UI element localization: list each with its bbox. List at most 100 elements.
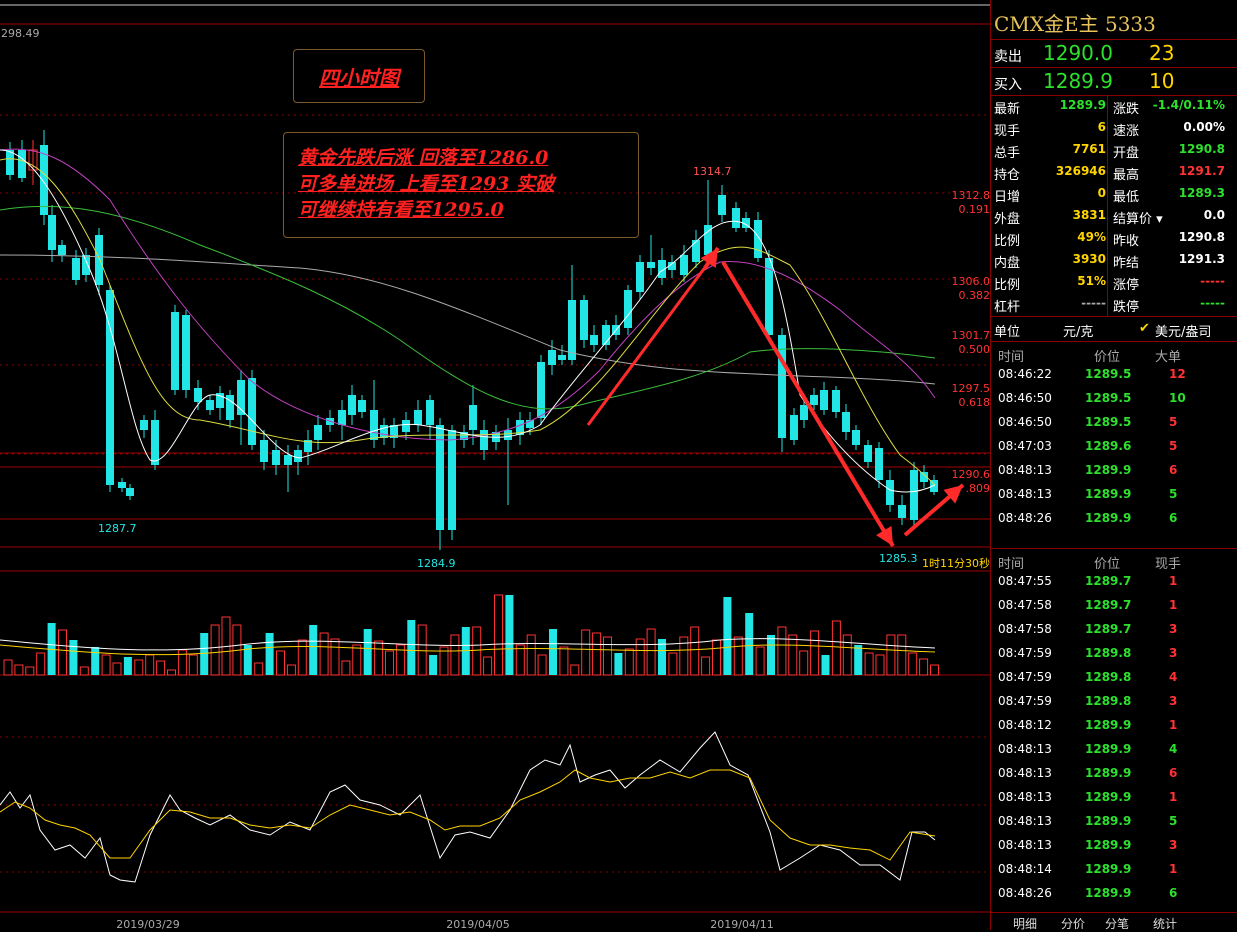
cell-volume: 1 [1169, 598, 1178, 612]
volume-bar [821, 655, 830, 675]
stat-value: 326946 [1055, 164, 1106, 178]
table-row[interactable]: 08:47:59 1289.8 3 [991, 642, 1237, 666]
volume-bar [842, 634, 852, 676]
candle-body [875, 448, 883, 480]
cell-price: 1289.9 [1085, 511, 1132, 525]
chevron-down-icon[interactable]: ▾ [1152, 212, 1163, 227]
buy-volume: 10 [1149, 69, 1175, 93]
table-row[interactable]: 08:47:58 1289.7 3 [991, 618, 1237, 642]
cell-price: 1289.8 [1085, 694, 1132, 708]
cell-volume: 5 [1169, 415, 1178, 429]
table-row[interactable]: 08:48:13 1289.9 3 [991, 834, 1237, 858]
stat-label: 最高 [1113, 168, 1140, 183]
table-row[interactable]: 08:48:13 1289.9 5 [991, 810, 1237, 834]
trend-arrow [721, 260, 895, 548]
stat-right-2: 开盘 1290.8 [1110, 140, 1233, 162]
volume-bar [614, 653, 623, 675]
fib-ratio-label: 0.191 [959, 203, 991, 216]
volume-bar [755, 646, 765, 676]
stat-left-7: 内盘 3930 [991, 250, 1114, 272]
candle-body [852, 430, 860, 445]
table-row[interactable]: 08:48:26 1289.9 6 [991, 882, 1237, 906]
table-row[interactable]: 08:47:55 1289.7 1 [991, 570, 1237, 594]
cell-volume: 5 [1169, 487, 1178, 501]
stat-value: ----- [1081, 296, 1106, 310]
table-row[interactable]: 08:48:13 1289.9 4 [991, 738, 1237, 762]
table-row[interactable]: 08:46:50 1289.5 5 [991, 411, 1237, 435]
volume-bar [91, 647, 100, 675]
tab-price-distribution[interactable]: 分价 [1061, 915, 1085, 932]
cell-time: 08:48:13 [998, 814, 1052, 828]
stat-value: 1289.3 [1178, 186, 1225, 200]
table-row[interactable]: 08:48:13 1289.9 5 [991, 483, 1237, 507]
annotation-line: 可继续持有看至1295.0 [298, 199, 504, 221]
cell-volume: 12 [1169, 367, 1186, 381]
cell-volume: 5 [1169, 439, 1178, 453]
candle-body [314, 425, 322, 440]
table-row[interactable]: 08:48:13 1289.9 6 [991, 762, 1237, 786]
tab-ticks[interactable]: 分笔 [1105, 915, 1129, 932]
cell-volume: 3 [1169, 622, 1178, 636]
volume-bar [265, 633, 274, 675]
table-row[interactable]: 08:46:22 1289.5 12 [991, 363, 1237, 387]
volume-bar [101, 654, 111, 676]
stat-value: 51% [1077, 274, 1106, 288]
table-row[interactable]: 08:47:59 1289.8 4 [991, 666, 1237, 690]
cell-time: 08:48:12 [998, 718, 1052, 732]
panel-tabs: 明细 分价 分笔 统计 [991, 914, 1237, 932]
candle-body [126, 488, 134, 496]
annotation-analysis: 黄金先跌后涨 回落至1286.0 可多单进场 上看至1293 实破 可继续持有看… [283, 132, 639, 238]
cell-time: 08:46:22 [998, 367, 1052, 381]
volume-bar [407, 620, 416, 675]
cell-time: 08:47:55 [998, 574, 1052, 588]
stat-right-4: 最低 1289.3 [1110, 184, 1233, 206]
table-row[interactable]: 08:48:13 1289.9 1 [991, 786, 1237, 810]
fib-ratio-label: .809 [966, 482, 991, 495]
candle-body [810, 395, 818, 405]
indicator-line-yellow [0, 769, 936, 861]
volume-bar [123, 657, 132, 675]
sell-quote[interactable]: 卖出 1290.0 23 [991, 40, 1237, 68]
table-row[interactable]: 08:48:26 1289.9 6 [991, 507, 1237, 531]
buy-quote[interactable]: 买入 1289.9 10 [991, 68, 1237, 96]
table-row[interactable]: 08:47:58 1289.7 1 [991, 594, 1237, 618]
sell-label: 卖出 [994, 49, 1022, 65]
candle-body [448, 430, 456, 530]
volume-bar [156, 660, 166, 676]
cell-price: 1289.9 [1085, 862, 1132, 876]
check-icon: ✔ [1139, 321, 1150, 336]
candle-body [206, 400, 214, 410]
stat-left-1: 现手 6 [991, 118, 1114, 140]
tab-statistics[interactable]: 统计 [1153, 915, 1177, 932]
candle-body [370, 410, 378, 440]
cell-volume: 6 [1169, 766, 1178, 780]
stat-value: 0.0 [1203, 208, 1225, 222]
cell-time: 08:47:58 [998, 598, 1052, 612]
volume-bar [483, 656, 493, 676]
table-row[interactable]: 08:48:13 1289.9 6 [991, 459, 1237, 483]
volume-bar [831, 620, 841, 676]
cell-price: 1289.9 [1085, 838, 1132, 852]
stat-value: 49% [1077, 230, 1106, 244]
stat-label: 涨跌 [1113, 102, 1140, 117]
stat-label: 开盘 [1113, 146, 1140, 161]
volume-bar [854, 645, 863, 675]
table-row[interactable]: 08:47:59 1289.8 3 [991, 690, 1237, 714]
cell-time: 08:48:13 [998, 790, 1052, 804]
volume-bar [505, 595, 514, 675]
unit-cny-option[interactable]: 元/克 [1063, 321, 1093, 340]
table-row[interactable]: 08:48:14 1289.9 1 [991, 858, 1237, 882]
stat-left-2: 总手 7761 [991, 140, 1114, 162]
candle-body [348, 395, 356, 415]
table-row[interactable]: 08:48:12 1289.9 1 [991, 714, 1237, 738]
candle-body [732, 208, 740, 228]
candle-body [6, 150, 14, 175]
table-row[interactable]: 08:46:50 1289.5 10 [991, 387, 1237, 411]
kline-chart-area[interactable]: 298.49 1314.7 1287.7 1284.9 1285.3 1312.8 0.19… [0, 0, 990, 930]
high-price-label: 1314.7 [693, 165, 732, 178]
candle-body [294, 450, 302, 462]
unit-usd-option[interactable]: 美元/盎司 [1155, 321, 1211, 340]
volume-bar [526, 634, 536, 676]
tab-detail[interactable]: 明细 [1013, 915, 1037, 932]
table-row[interactable]: 08:47:03 1289.6 5 [991, 435, 1237, 459]
